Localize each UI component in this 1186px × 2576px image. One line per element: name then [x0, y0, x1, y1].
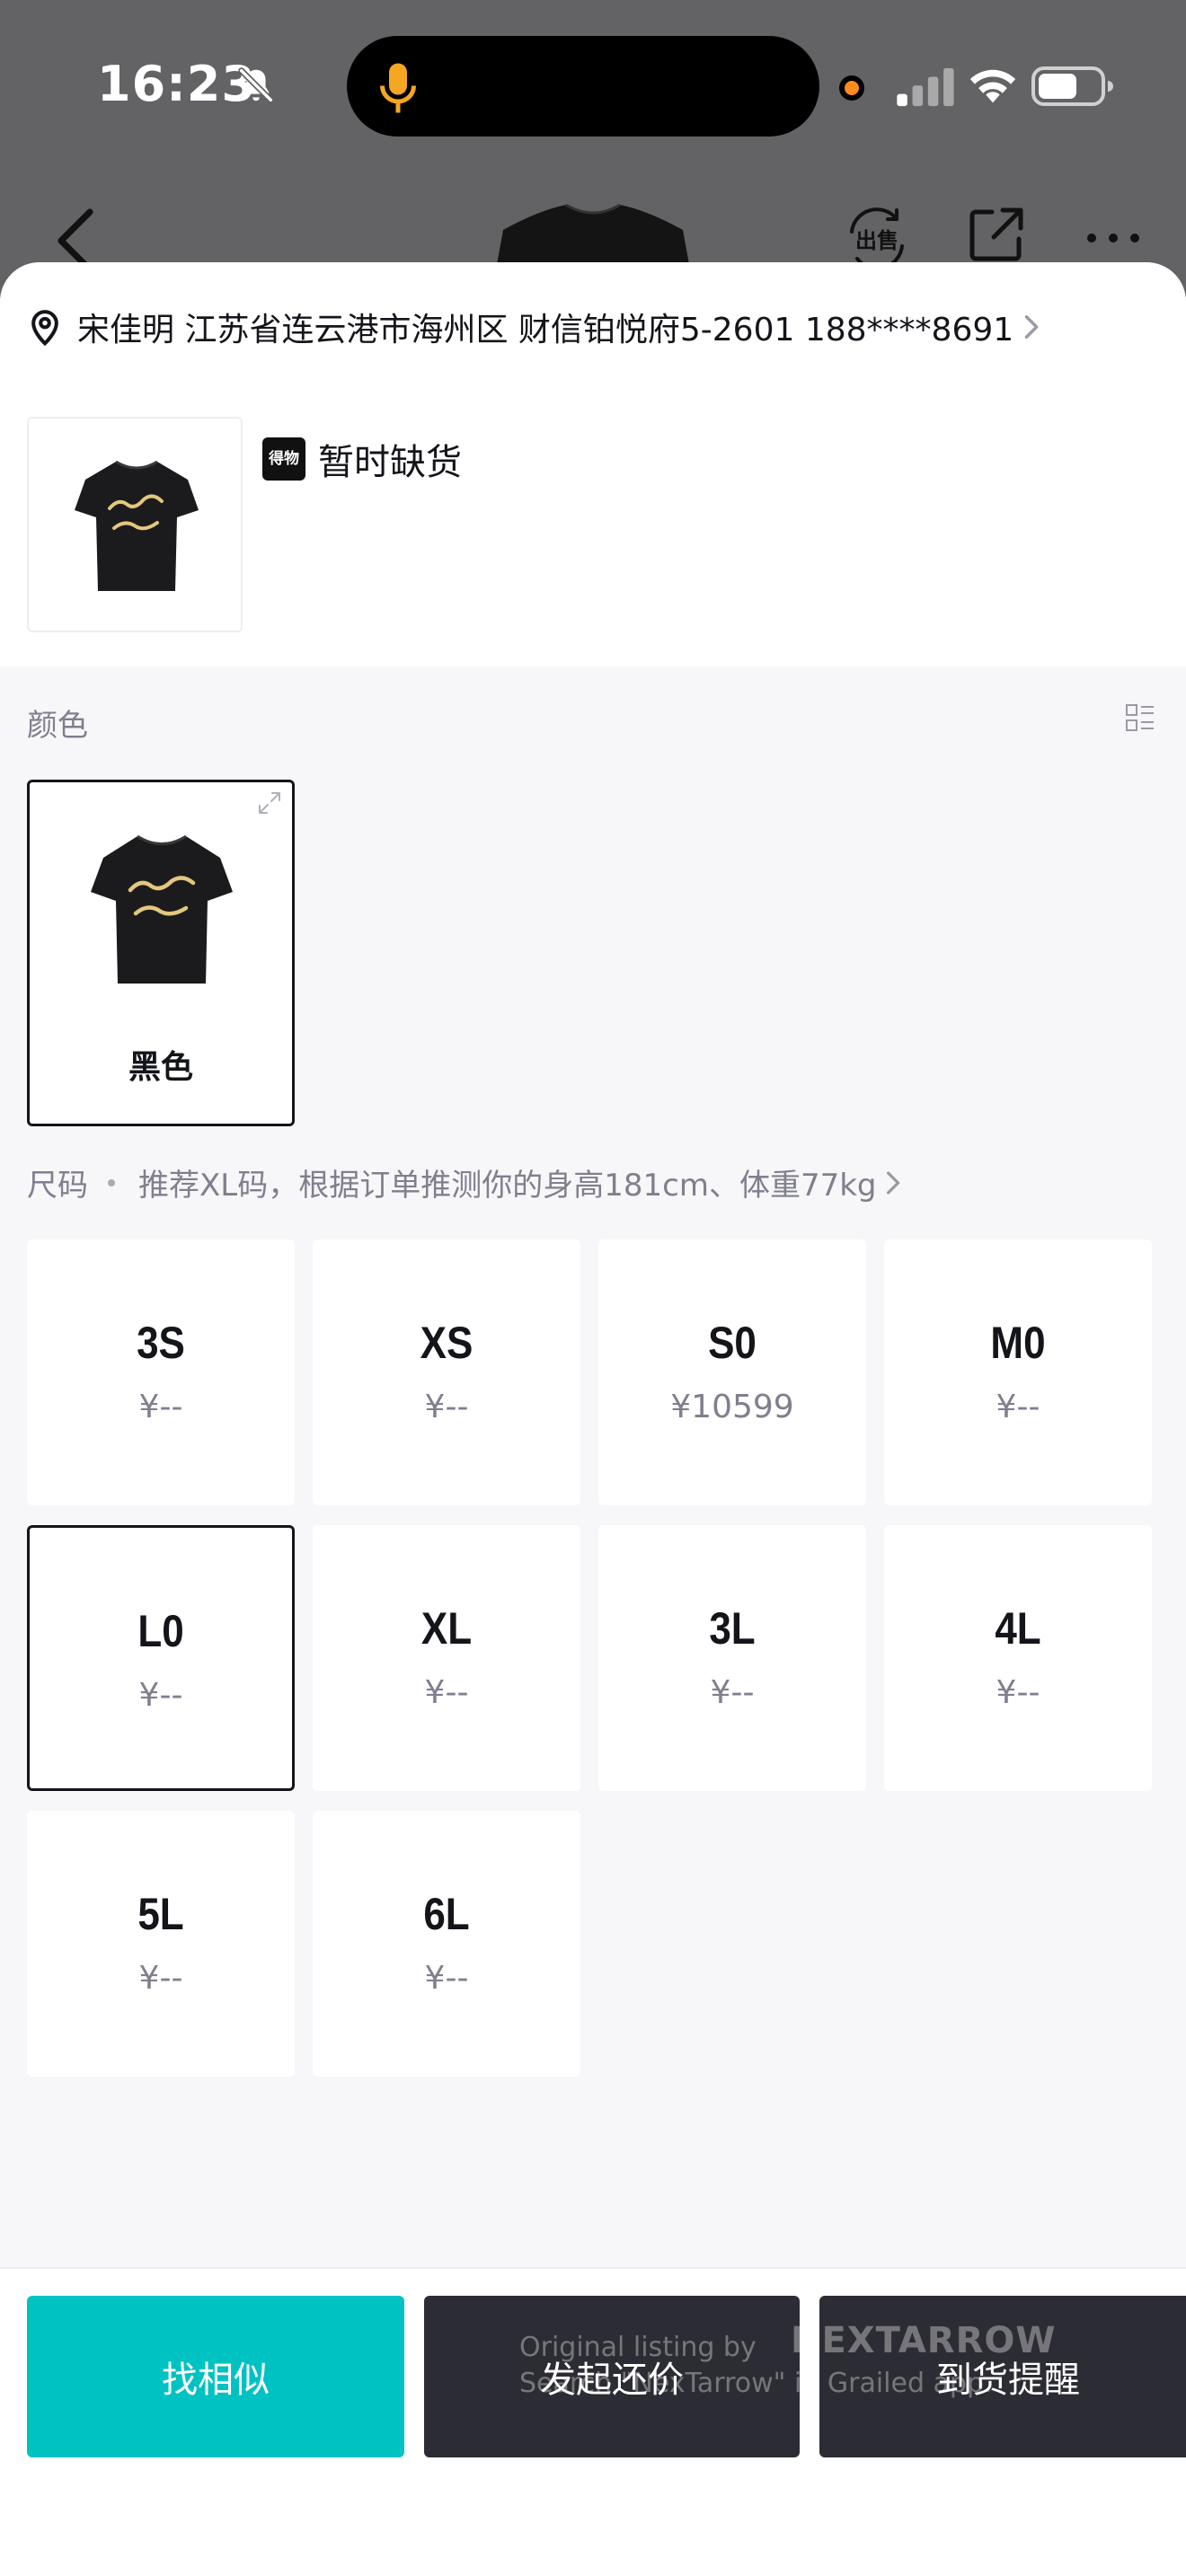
size-option[interactable]: L0 ¥--: [27, 1525, 295, 1791]
size-name: 6L: [423, 1889, 470, 1939]
size-option[interactable]: 3S ¥--: [27, 1239, 295, 1505]
screen: 16:23 出售 宋佳明 江苏省连云港市海州区 财信铂悦府5-2601 188*…: [0, 0, 1186, 2576]
size-option[interactable]: 5L ¥--: [27, 1811, 295, 2077]
size-option[interactable]: 3L ¥--: [598, 1525, 866, 1791]
separator-dot: [108, 1178, 115, 1187]
battery-icon: [1031, 66, 1113, 106]
size-price: ¥--: [138, 1677, 183, 1714]
size-grid: 3S ¥-- XS ¥-- S0 ¥10599 M0 ¥-- L0 ¥-- XL ¥-- 3L ¥-- 4L…: [27, 1239, 1159, 2077]
find-similar-button[interactable]: 找相似: [27, 2296, 404, 2457]
size-name: 4L: [995, 1603, 1041, 1654]
size-name: 3L: [709, 1603, 756, 1654]
more-icon[interactable]: [1084, 225, 1143, 251]
share-icon[interactable]: [967, 205, 1026, 264]
bottom-action-bar: 找相似 发起还价 到货提醒: [0, 2267, 1186, 2576]
size-price: ¥--: [996, 1389, 1040, 1425]
size-price: ¥--: [138, 1389, 183, 1425]
size-option[interactable]: 6L ¥--: [313, 1811, 580, 2077]
sku-selection-sheet: 宋佳明 江苏省连云港市海州区 财信铂悦府5-2601 188****8691 得…: [0, 262, 1186, 2576]
size-name: 5L: [137, 1889, 184, 1939]
color-option-black[interactable]: 黑色: [27, 780, 295, 1126]
wifi-icon: [969, 69, 1016, 103]
size-price: ¥10599: [670, 1389, 794, 1425]
location-pin-icon: [31, 310, 58, 347]
size-name: L0: [137, 1606, 184, 1656]
size-price: ¥--: [424, 1389, 469, 1425]
size-recommendation-text: 推荐XL码，根据订单推测你的身高181cm、体重77kg: [138, 1168, 877, 1204]
size-price: ¥--: [424, 1674, 469, 1711]
address-text: 宋佳明 江苏省连云港市海州区 财信铂悦府5-2601 188****8691: [77, 312, 1014, 348]
size-price: ¥--: [710, 1674, 755, 1711]
size-section-label: 尺码: [27, 1168, 88, 1204]
size-name: XL: [420, 1603, 473, 1654]
cellular-signal-icon: [897, 67, 954, 107]
size-recommendation-row[interactable]: 尺码 推荐XL码，根据订单推测你的身高181cm、体重77kg: [27, 1160, 903, 1204]
view-toggle-icon[interactable]: [1125, 702, 1155, 733]
sell-label: 出售: [855, 228, 898, 253]
chevron-right-icon: [1024, 315, 1039, 339]
size-option[interactable]: M0 ¥--: [884, 1239, 1152, 1505]
size-name: S0: [708, 1318, 757, 1368]
address-row[interactable]: 宋佳明 江苏省连云港市海州区 财信铂悦府5-2601 188****8691: [27, 302, 1159, 352]
color-section-label: 颜色: [27, 708, 88, 744]
dewu-badge: 得物: [262, 437, 305, 481]
stock-status: 暂时缺货: [318, 442, 462, 483]
size-name: XS: [420, 1318, 474, 1368]
size-option[interactable]: XL ¥--: [313, 1525, 580, 1791]
size-price: ¥--: [138, 1960, 183, 1997]
size-option[interactable]: S0 ¥10599: [598, 1239, 866, 1505]
make-offer-button[interactable]: 发起还价: [424, 2296, 800, 2457]
stock-status-row: 得物 暂时缺货: [262, 433, 462, 485]
size-price: ¥--: [424, 1960, 469, 1997]
restock-alert-button[interactable]: 到货提醒: [819, 2296, 1186, 2457]
status-time: 16:23: [97, 56, 256, 112]
microphone-icon: [380, 63, 416, 113]
chevron-right-icon: [887, 1170, 900, 1195]
product-thumbnail[interactable]: [27, 417, 243, 632]
size-option[interactable]: XS ¥--: [313, 1239, 580, 1505]
status-bar: 16:23: [0, 0, 1186, 171]
recording-dot-icon: [839, 75, 864, 101]
tshirt-image: [91, 834, 233, 984]
size-price: ¥--: [996, 1674, 1040, 1711]
size-name: 3S: [137, 1318, 185, 1368]
expand-icon[interactable]: [256, 790, 283, 816]
bell-off-icon: [238, 67, 274, 103]
size-option[interactable]: 4L ¥--: [884, 1525, 1152, 1791]
tshirt-image: [75, 460, 199, 591]
size-name: M0: [990, 1318, 1046, 1368]
color-name: 黑色: [128, 1049, 193, 1086]
